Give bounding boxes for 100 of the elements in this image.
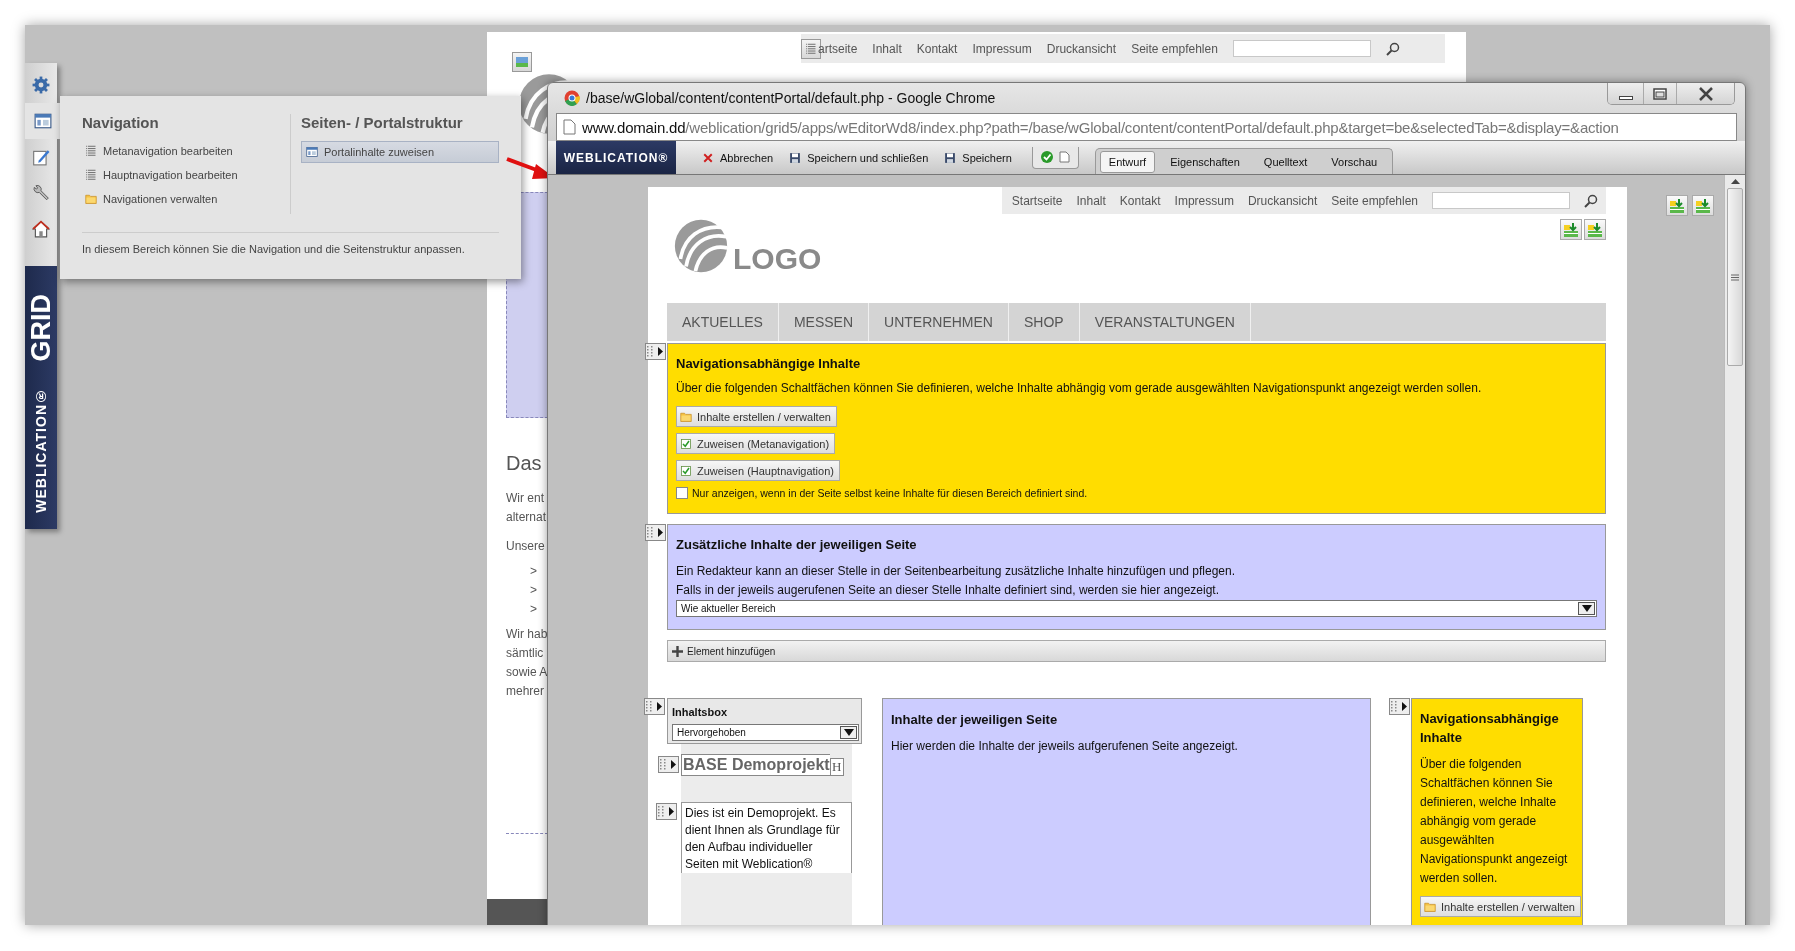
checked-page-icon bbox=[680, 437, 692, 450]
drag-handle[interactable] bbox=[658, 756, 679, 773]
text-line: Wir hab bbox=[506, 626, 548, 643]
menu-item[interactable]: Portalinhalte zuweisen bbox=[301, 141, 499, 163]
wrench-icon bbox=[32, 184, 50, 202]
grip-icon bbox=[1731, 273, 1739, 281]
menu-item[interactable]: UNTERNEHMEN bbox=[869, 303, 1009, 341]
drag-handle[interactable] bbox=[656, 803, 677, 820]
checkbox[interactable] bbox=[676, 487, 688, 499]
drag-handle[interactable] bbox=[645, 343, 666, 360]
folder-icon bbox=[1424, 900, 1436, 913]
search-field[interactable] bbox=[1232, 40, 1371, 57]
scroll-up-icon[interactable] bbox=[1730, 179, 1740, 184]
chevron: > bbox=[529, 582, 538, 599]
list-icon bbox=[85, 145, 97, 157]
area-text: Ein Redakteur kann an dieser Stelle in der Seitenbearbeitung zusätzliche Inhalte hinzufügen und pflegen. bbox=[676, 563, 1237, 580]
section-title: Navigation bbox=[82, 114, 160, 131]
nav-link[interactable]: Druckansicht bbox=[1247, 193, 1318, 208]
check-icon[interactable] bbox=[1040, 151, 1053, 163]
nav-link[interactable]: Druckansicht bbox=[1046, 41, 1117, 56]
minimize-icon bbox=[1618, 95, 1633, 100]
image-download-icon bbox=[1587, 221, 1603, 238]
tab[interactable]: Vorschau bbox=[1322, 150, 1387, 173]
area-title: Zusätzliche Inhalte der jeweiligen Seite bbox=[676, 536, 918, 554]
maximize-icon bbox=[1653, 87, 1667, 100]
action-button[interactable]: Inhalte erstellen / verwalten bbox=[676, 406, 837, 427]
nav-link[interactable]: Startseite bbox=[1011, 193, 1063, 208]
nav-link[interactable]: Impressum bbox=[1174, 193, 1234, 208]
image-download-icon bbox=[1563, 221, 1579, 238]
select-field[interactable]: Wie aktueller Bereich bbox=[676, 600, 1597, 617]
area-text: Über die folgenden Schaltfächen können Sie definieren, welche Inhalte abhängig vom gerade ausgewählten Navigationspunkt angezeigt werden sollen. bbox=[676, 380, 1483, 397]
tab[interactable]: Quelltext bbox=[1254, 150, 1317, 173]
url-text: www.domain.dd/weblication/grid5/apps/wEditorWd8/index.php?path=/base/wGlobal/content/contentPortal/default.php&target=be&selectedTab=&display=&action bbox=[582, 118, 1619, 136]
nav-link[interactable]: Kontakt bbox=[916, 41, 958, 56]
folder-icon bbox=[85, 193, 97, 205]
tab[interactable]: Eigenschaften bbox=[1161, 150, 1249, 173]
close-icon bbox=[1697, 86, 1714, 101]
chevron: > bbox=[529, 563, 538, 580]
area-title: Navigationsabhängige Inhalte bbox=[676, 355, 862, 373]
nav-link[interactable]: Kontakt bbox=[1119, 193, 1161, 208]
search-icon[interactable] bbox=[1584, 193, 1598, 208]
drag-handle[interactable] bbox=[644, 698, 665, 715]
action-button[interactable]: Zuweisen (Metanavigation) bbox=[676, 433, 836, 454]
area-text: Hier werden die Inhalte der jeweils aufgerufenen Seite angezeigt. bbox=[891, 738, 1239, 755]
search-field[interactable] bbox=[1432, 192, 1570, 209]
drag-handle[interactable] bbox=[645, 524, 666, 541]
list-icon bbox=[805, 42, 817, 55]
image-button[interactable] bbox=[1560, 219, 1582, 240]
image-button[interactable] bbox=[512, 52, 532, 72]
nav-link[interactable]: Impressum bbox=[972, 41, 1032, 56]
scroll-thumb[interactable] bbox=[1727, 188, 1743, 366]
scrollbar[interactable] bbox=[1724, 175, 1745, 925]
menu-item[interactable]: AKTUELLES bbox=[667, 303, 779, 341]
maximize-button[interactable] bbox=[1643, 83, 1676, 104]
nav-link[interactable]: Seite empfehlen bbox=[1331, 193, 1418, 208]
dropdown-arrow-icon bbox=[1581, 605, 1592, 612]
menu-item[interactable]: MESSEN bbox=[778, 303, 870, 341]
minimize-button[interactable] bbox=[1608, 83, 1643, 104]
menu-item[interactable]: Navigationen verwalten bbox=[82, 189, 290, 209]
folder-icon bbox=[680, 410, 692, 423]
toolbar-button[interactable]: Speichern und schließen bbox=[781, 151, 937, 164]
image-button[interactable] bbox=[1584, 219, 1606, 240]
nav-link[interactable]: Seite empfehlen bbox=[1131, 41, 1218, 56]
heading[interactable]: BASE Demoprojekt bbox=[681, 754, 830, 776]
close-button[interactable] bbox=[1676, 83, 1734, 104]
list-icon bbox=[85, 169, 97, 181]
toolbar-button[interactable]: Abbrechen bbox=[694, 151, 782, 164]
drag-handle[interactable] bbox=[1389, 698, 1410, 715]
text-line: mehrer bbox=[506, 683, 545, 700]
add-element-button[interactable]: Element hinzufügen bbox=[667, 640, 1606, 662]
area-text: Falls in der jeweils augerufenen Seite an dieser Stelle Inhalte definiert sind, werden sie hier angezeigt. bbox=[676, 582, 1220, 599]
tab[interactable]: Entwurf bbox=[1099, 150, 1156, 173]
pencil-icon bbox=[32, 148, 50, 166]
plus-icon bbox=[672, 645, 683, 657]
image-button[interactable] bbox=[1666, 195, 1688, 216]
action-button[interactable]: Inhalte erstellen / verwalten bbox=[1420, 896, 1581, 917]
select-field[interactable]: Hervorgehoben bbox=[672, 724, 859, 741]
action-button[interactable]: Zuweisen (Hauptnavigation) bbox=[676, 460, 840, 481]
page-icon[interactable] bbox=[1058, 151, 1070, 163]
nav-link[interactable]: artseite bbox=[818, 41, 858, 56]
home-icon bbox=[32, 220, 50, 238]
text-line: alternat bbox=[506, 509, 548, 526]
image-download-icon bbox=[1695, 197, 1711, 214]
area-text: Über die folgenden Schaltfächen können Sie definieren, welche Inhalte abhängig vom gerade ausgewählten Navigationspunkt angezeigt werden sollen. bbox=[1420, 756, 1569, 887]
nav-link[interactable]: Inhalt bbox=[1076, 193, 1106, 208]
menu-item[interactable]: SHOP bbox=[1008, 303, 1080, 341]
checkbox-label: Nur anzeigen, wenn in der Seite selbst keine Inhalte für diesen Bereich definiert sind. bbox=[692, 487, 1088, 499]
hint-text: In diesem Bereich können Sie die Navigation und die Seitenstruktur anpassen. bbox=[82, 232, 499, 255]
image-button[interactable] bbox=[1692, 195, 1714, 216]
search-icon[interactable] bbox=[1385, 41, 1400, 56]
dropdown-arrow-icon bbox=[843, 729, 854, 736]
image-download-icon bbox=[1669, 197, 1685, 214]
sidebar-button[interactable] bbox=[25, 103, 60, 139]
menu-item[interactable]: VERANSTALTUNGEN bbox=[1079, 303, 1251, 341]
address-field[interactable]: www.domain.dd/weblication/grid5/apps/wEditorWd8/index.php?path=/base/wGlobal/content/contentPortal/default.php&target=be&selectedTab=&display=&action bbox=[556, 113, 1737, 141]
nav-link[interactable]: Inhalt bbox=[872, 41, 902, 56]
area-title: Navigationsabhängige Inhalte bbox=[1420, 710, 1560, 747]
menu-item[interactable]: Metanavigation bearbeiten bbox=[82, 141, 290, 161]
toolbar-button[interactable]: Speichern bbox=[936, 151, 1020, 164]
menu-item[interactable]: Hauptnavigation bearbeiten bbox=[82, 165, 290, 185]
